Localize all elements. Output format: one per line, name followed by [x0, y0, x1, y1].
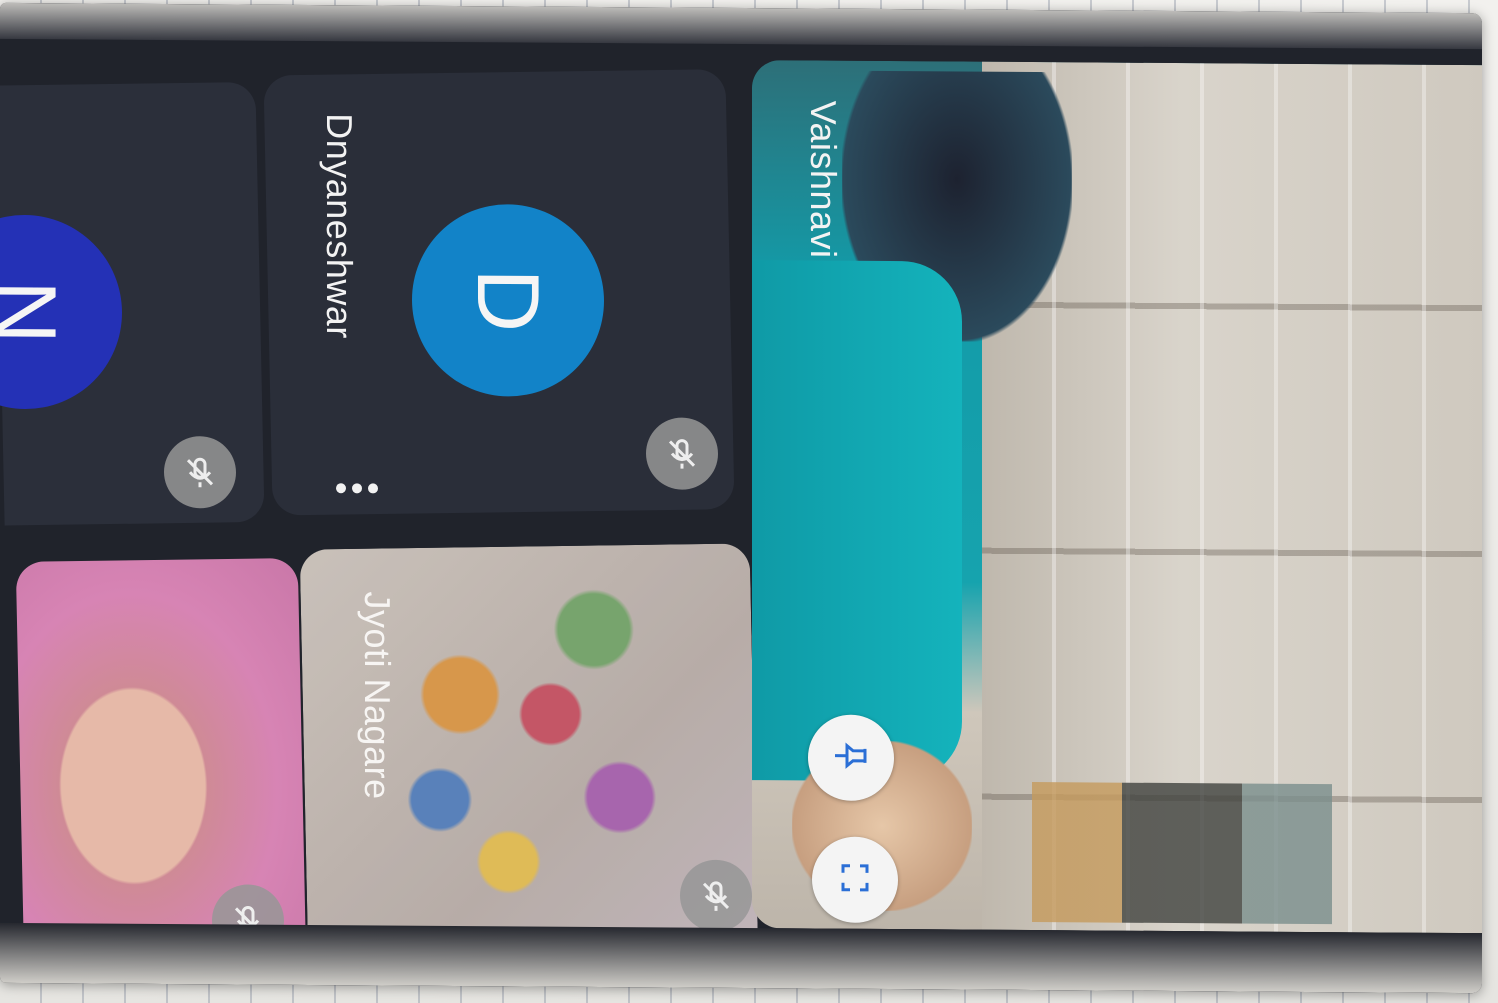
mic-off-icon — [680, 859, 752, 933]
more-options-icon[interactable] — [336, 483, 378, 494]
video-background-cabinet — [1032, 782, 1332, 925]
mic-off-icon — [164, 435, 236, 509]
fullscreen-button[interactable] — [812, 836, 898, 924]
avatar-initial: D — [459, 268, 558, 333]
participant-name: Jyoti Nagare — [357, 591, 398, 800]
avatar-initial: N — [0, 279, 75, 345]
avatar: D — [412, 203, 604, 398]
pin-button[interactable] — [808, 714, 894, 802]
meeting-screen: N Dnyaneshwar D Jyoti Nagare Vaishnavi — [0, 2, 1482, 994]
participant-name: Dnyaneshwar — [319, 113, 360, 339]
participant-tile-vaishnavi[interactable] — [752, 60, 1482, 934]
mic-off-icon — [646, 417, 718, 490]
screen-bottom-edge — [0, 922, 1482, 994]
participant-name: Vaishnavi — [803, 100, 844, 259]
pin-icon — [829, 733, 873, 782]
video-person-shirt — [752, 260, 962, 782]
fullscreen-icon — [833, 855, 877, 904]
